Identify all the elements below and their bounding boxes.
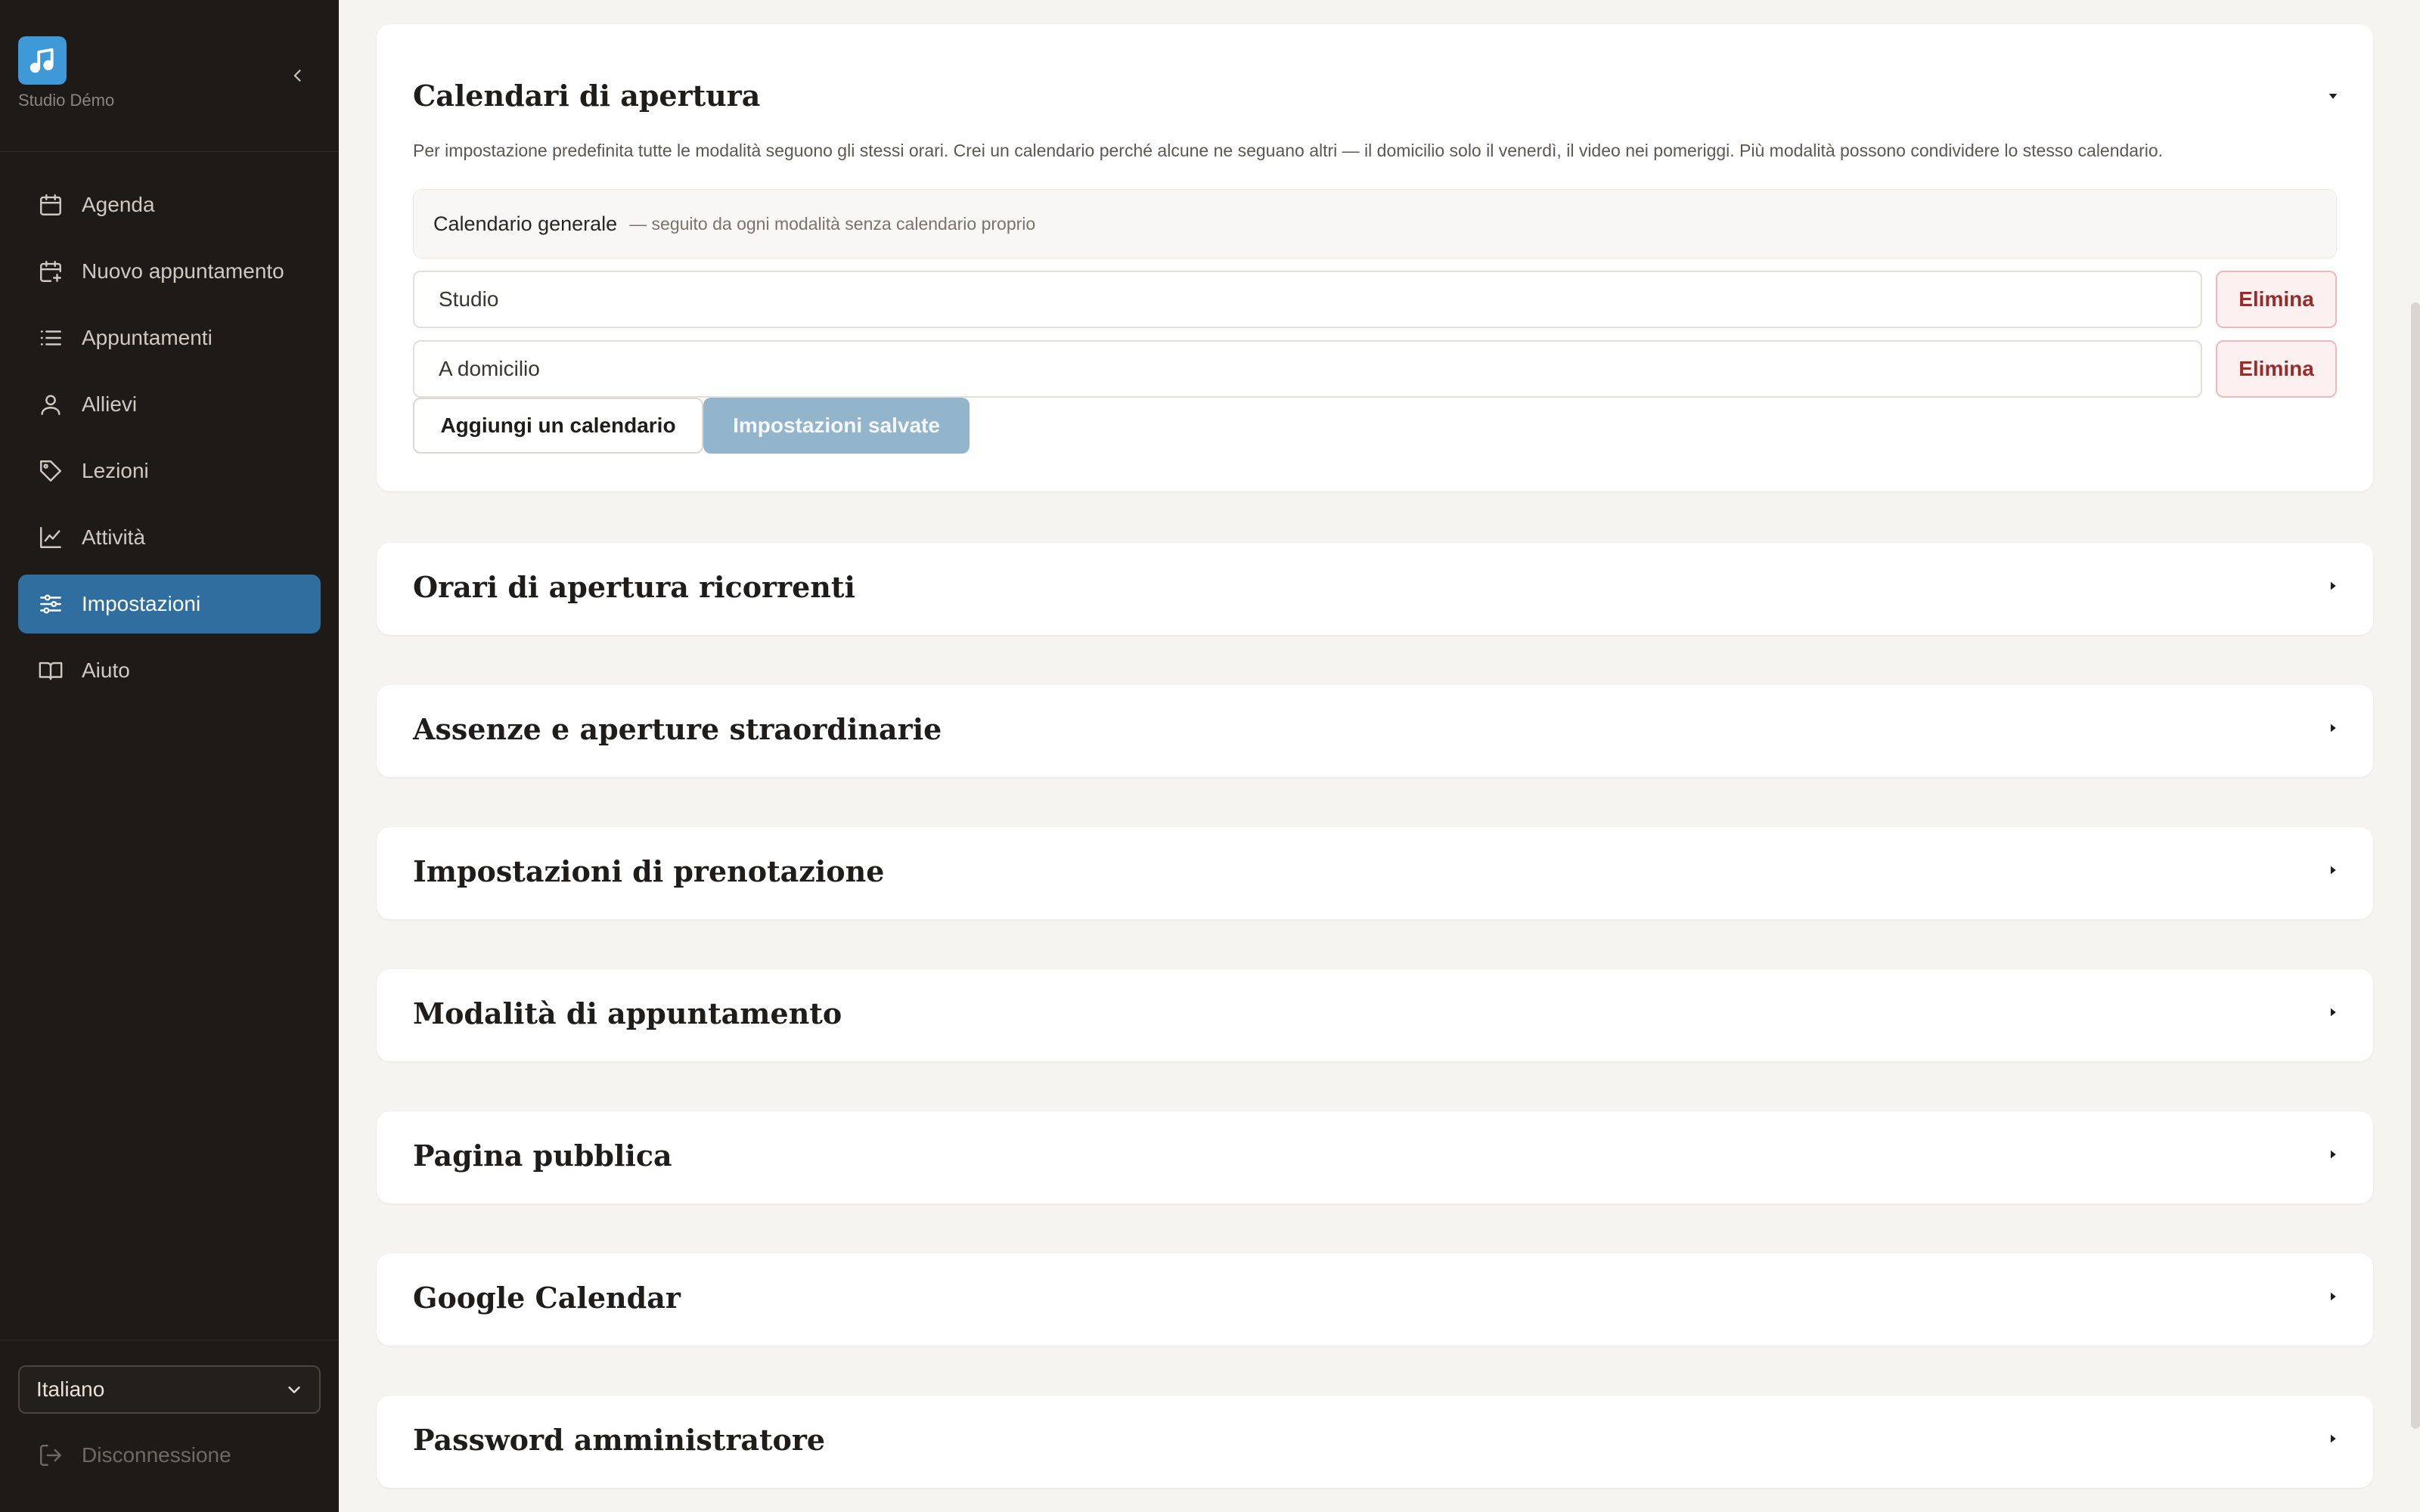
language-value: Italiano [36,1377,105,1401]
general-calendar: Calendario generale — seguito da ogni mo… [413,189,2337,259]
sidebar-item-label: Impostazioni [82,592,201,615]
sidebar-nav: Agenda Nuovo appuntamento Appuntamenti A… [18,175,321,708]
music-note-icon[interactable] [18,36,67,85]
section-title: Assenze e aperture straordinarie [413,712,942,746]
sidebar-item-allievi[interactable]: Allievi [18,375,321,434]
sidebar-item-label: Agenda [82,193,155,216]
sidebar-item-label: Attività [82,525,146,549]
caret-right-icon [2326,579,2340,593]
section-title: Orari di apertura ricorrenti [413,570,855,604]
chart-line-icon [38,525,64,550]
delete-calendar-button[interactable]: Elimina [2216,271,2337,328]
delete-calendar-button[interactable]: Elimina [2216,340,2337,398]
main-content: Calendari di apertura Per impostazione p… [339,0,2420,1512]
calendar-name-input[interactable]: A domicilio [413,340,2202,398]
section-title: Pagina pubblica [413,1139,672,1173]
section-title: Google Calendar [413,1281,681,1315]
chevron-down-icon [286,1381,302,1398]
sliders-icon [38,591,64,617]
caret-right-icon [2326,1290,2340,1303]
calendar-row: A domicilio Elimina [413,340,2337,398]
calendar-icon [38,192,64,218]
brand-name: Studio Démo [18,91,115,110]
sidebar-item-nuovo-appuntamento[interactable]: Nuovo appuntamento [18,242,321,301]
sidebar-item-label: Aiuto [82,658,130,682]
collapse-sidebar-icon[interactable] [286,64,310,88]
sidebar-item-label: Lezioni [82,459,149,482]
sidebar-item-label: Nuovo appuntamento [82,259,284,283]
section-password[interactable]: Password amministratore [377,1396,2373,1488]
section-title: Modalità di appuntamento [413,996,842,1030]
add-calendar-button[interactable]: Aggiungi un calendario [413,398,703,454]
caret-right-icon [2326,863,2340,877]
section-pagina-pubblica[interactable]: Pagina pubblica [377,1111,2373,1204]
caret-down-icon[interactable] [2326,89,2340,103]
logout-icon [38,1442,64,1468]
tag-icon [38,458,64,484]
sidebar-item-impostazioni[interactable]: Impostazioni [18,575,321,634]
section-title: Password amministratore [413,1423,826,1457]
sidebar-item-lezioni[interactable]: Lezioni [18,442,321,500]
scrollbar[interactable] [2411,302,2420,1429]
settings-saved-button[interactable]: Impostazioni salvate [703,398,970,454]
general-calendar-name: Calendario generale [433,212,618,235]
user-icon [38,392,64,417]
sidebar-divider [0,151,339,152]
sidebar-item-label: Appuntamenti [82,326,213,349]
section-google-calendar[interactable]: Google Calendar [377,1253,2373,1346]
general-calendar-note: — seguito da ogni modalità senza calenda… [629,213,1036,234]
brand: Studio Démo [18,36,114,110]
section-prenotazione[interactable]: Impostazioni di prenotazione [377,827,2373,919]
calendar-plus-icon [38,259,64,284]
language-select[interactable]: Italiano [18,1365,321,1414]
calendar-name-input[interactable]: Studio [413,271,2202,328]
caret-right-icon [2326,1148,2340,1161]
calendar-row: Studio Elimina [413,271,2337,328]
calendars-section: Calendari di apertura Per impostazione p… [377,24,2373,491]
caret-right-icon [2326,721,2340,735]
book-icon [38,658,64,683]
logout-label: Disconnessione [82,1443,231,1467]
sidebar-item-appuntamenti[interactable]: Appuntamenti [18,308,321,367]
sidebar: Studio Démo Agenda Nuovo appuntamento Ap… [0,0,339,1512]
list-icon [38,325,64,351]
logout-link[interactable]: Disconnessione [38,1442,231,1468]
section-assenze[interactable]: Assenze e aperture straordinarie [377,685,2373,777]
sidebar-item-agenda[interactable]: Agenda [18,175,321,234]
sidebar-item-label: Allievi [82,392,138,416]
section-description: Per impostazione predefinita tutte le mo… [413,141,2164,160]
section-title[interactable]: Calendari di apertura [413,79,760,113]
section-orari-ricorrenti[interactable]: Orari di apertura ricorrenti [377,543,2373,635]
caret-right-icon [2326,1432,2340,1445]
section-title: Impostazioni di prenotazione [413,854,885,888]
sidebar-item-aiuto[interactable]: Aiuto [18,641,321,700]
sidebar-item-attivita[interactable]: Attività [18,508,321,567]
section-modalita[interactable]: Modalità di appuntamento [377,969,2373,1061]
caret-right-icon [2326,1005,2340,1019]
